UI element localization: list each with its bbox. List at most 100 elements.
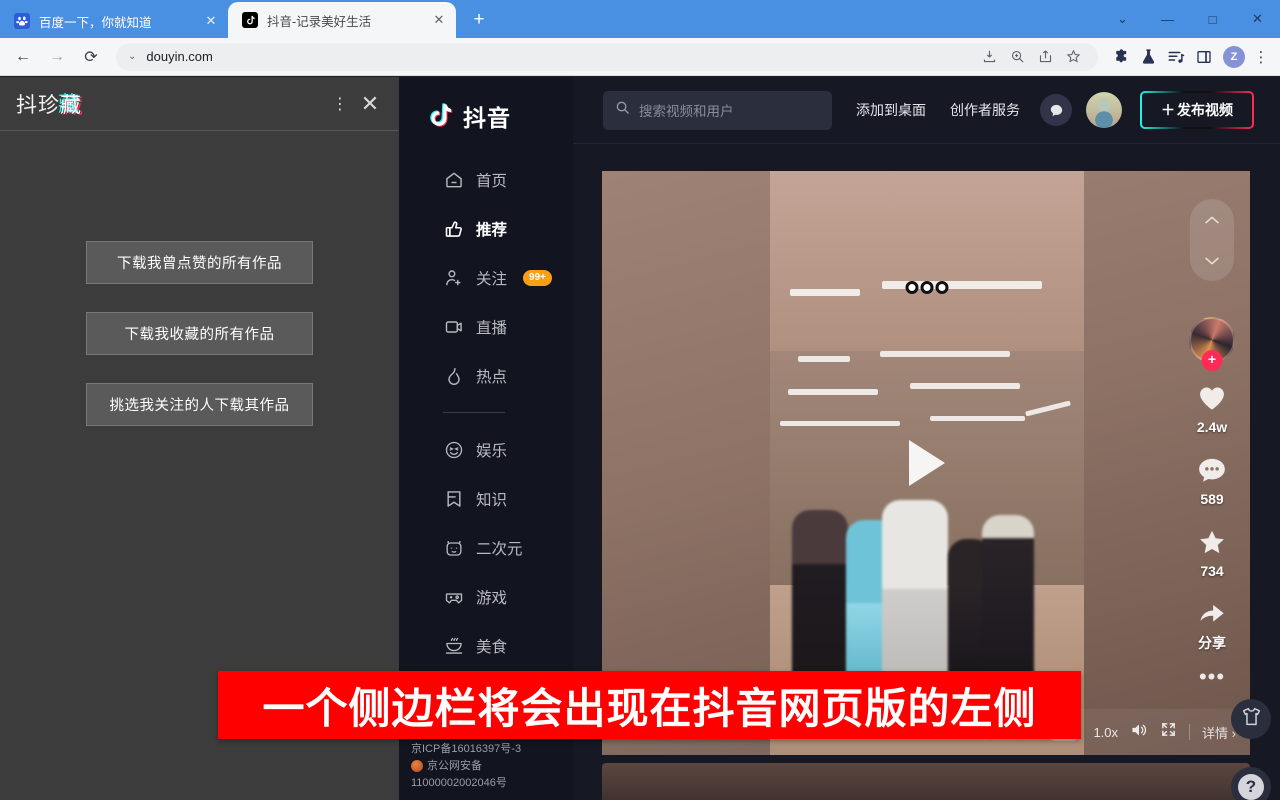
sidebar-item-home[interactable]: 首页 [399, 155, 573, 204]
status-badge: 99+ [523, 270, 552, 286]
more-options-icon[interactable]: ••• [1199, 671, 1225, 683]
smiley-icon [443, 439, 464, 460]
gongan-badge-icon [411, 760, 423, 772]
previous-video-icon[interactable] [1204, 212, 1220, 228]
extension-menu-icon[interactable]: ⋮ [325, 89, 355, 119]
close-icon[interactable]: ✕ [430, 11, 448, 29]
volume-icon[interactable] [1130, 722, 1148, 743]
favorite-button[interactable]: 734 [1198, 529, 1226, 579]
share-icon[interactable] [1032, 44, 1058, 70]
comment-count: 589 [1200, 491, 1223, 507]
douyin-note-icon [425, 101, 455, 131]
reload-icon[interactable]: ⟳ [76, 42, 106, 72]
extension-body: 下载我曾点赞的所有作品 下载我收藏的所有作品 挑选我关注的人下载其作品 [0, 131, 399, 426]
download-following-works-button[interactable]: 挑选我关注的人下载其作品 [86, 383, 313, 426]
extension-title: 抖珍藏 [16, 89, 325, 119]
address-bar[interactable]: ⌄ douyin.com [116, 43, 1098, 71]
sidebar-divider [443, 412, 505, 413]
bear-icon [443, 537, 464, 558]
share-button[interactable]: 分享 [1198, 601, 1226, 653]
author-avatar[interactable]: + [1189, 317, 1235, 363]
minimize-icon[interactable]: — [1145, 0, 1190, 38]
new-tab-button[interactable]: + [464, 5, 494, 35]
next-video-icon[interactable] [1204, 253, 1220, 269]
merch-shirt-button[interactable] [1231, 699, 1271, 739]
video-action-rail: + 2.4w 589 [1184, 199, 1240, 683]
publish-video-button[interactable]: ＋ 发布视频 [1140, 91, 1254, 129]
sidebar-item-recommend[interactable]: 推荐 [399, 204, 573, 253]
playback-speed[interactable]: 1.0x [1093, 725, 1118, 740]
bookmark-star-icon[interactable] [1060, 44, 1086, 70]
close-icon[interactable]: ✕ [355, 89, 385, 119]
search-input[interactable]: 搜索视频和用户 [603, 91, 832, 130]
sidebar-item-anime[interactable]: 二次元 [399, 523, 573, 572]
comment-bubble-icon [1198, 457, 1226, 489]
sidebar-item-food[interactable]: 美食 [399, 621, 573, 670]
douyin-footer: 京ICP备16016397号-3 京公网安备 11000002002046号 [399, 741, 573, 792]
gongan-number: 11000002002046号 [411, 775, 573, 792]
search-placeholder: 搜索视频和用户 [639, 100, 734, 120]
browser-tab-baidu[interactable]: 百度一下，你就知道 ✕ [0, 4, 228, 38]
zoom-icon[interactable] [1004, 44, 1030, 70]
browser-toolbar: ← → ⟳ ⌄ douyin.com [0, 38, 1280, 76]
sidebar-item-hot[interactable]: 热点 [399, 351, 573, 400]
annotation-banner: 一个侧边栏将会出现在抖音网页版的左侧 [218, 671, 1081, 739]
share-arrow-icon [1198, 601, 1226, 631]
comment-button[interactable]: 589 [1198, 457, 1226, 507]
gongan-record[interactable]: 京公网安备 [411, 758, 573, 775]
douyin-logo-text: 抖音 [463, 99, 511, 133]
sidebar-item-label: 二次元 [476, 537, 523, 559]
sidebar-item-knowledge[interactable]: 知识 [399, 474, 573, 523]
follow-plus-icon[interactable]: + [1202, 350, 1223, 371]
gamepad-icon [443, 586, 464, 607]
sidebar-item-label: 推荐 [476, 218, 507, 240]
search-icon [615, 100, 630, 120]
avatar[interactable] [1086, 92, 1122, 128]
sidebar-item-label: 首页 [476, 169, 507, 191]
like-button[interactable]: 2.4w [1197, 385, 1227, 435]
sidebar-item-label: 知识 [476, 488, 507, 510]
douyin-logo[interactable]: 抖音 [399, 77, 573, 133]
video-detail-link[interactable]: 详情 › [1202, 723, 1236, 742]
install-icon[interactable] [976, 44, 1002, 70]
sidebar-item-games[interactable]: 游戏 [399, 572, 573, 621]
labs-flask-icon[interactable] [1134, 44, 1162, 70]
follow-person-icon [443, 267, 464, 288]
puzzle-extension-icon[interactable] [1106, 44, 1134, 70]
download-liked-works-button[interactable]: 下载我曾点赞的所有作品 [86, 241, 313, 284]
sidebar-item-live[interactable]: 直播 [399, 302, 573, 351]
video-player-frame[interactable] [770, 171, 1084, 755]
download-favorited-works-button[interactable]: 下载我收藏的所有作品 [86, 312, 313, 355]
play-overlay-icon[interactable] [909, 440, 945, 486]
add-to-desktop-link[interactable]: 添加到桌面 [856, 100, 926, 120]
next-video-preview[interactable] [602, 763, 1250, 800]
side-panel-icon[interactable] [1190, 44, 1218, 70]
sidebar-item-entertainment[interactable]: 娱乐 [399, 425, 573, 474]
screen-root: 百度一下，你就知道 ✕ 抖音-记录美好生活 ✕ + ⌄ — □ ✕ ← → ⟳ … [0, 0, 1280, 800]
bookmark-icon [443, 488, 464, 509]
close-window-icon[interactable]: ✕ [1235, 0, 1280, 38]
browser-menu-icon[interactable]: ⋮ [1250, 44, 1272, 70]
douyin-nav-primary: 首页 推荐 关注 99+ [399, 155, 573, 400]
fullscreen-icon[interactable] [1160, 721, 1177, 743]
live-broadcast-icon [443, 316, 464, 337]
close-icon[interactable]: ✕ [202, 12, 220, 30]
share-label: 分享 [1198, 633, 1226, 653]
sidebar-item-label: 游戏 [476, 586, 507, 608]
help-button[interactable]: ? [1231, 767, 1271, 800]
profile-avatar[interactable]: Z [1223, 46, 1245, 68]
message-bubble-icon[interactable] [1040, 94, 1072, 126]
icp-record[interactable]: 京ICP备16016397号-3 [411, 741, 573, 758]
forward-icon[interactable]: → [42, 42, 72, 72]
back-icon[interactable]: ← [8, 42, 38, 72]
maximize-icon[interactable]: □ [1190, 0, 1235, 38]
chevron-down-icon[interactable]: ⌄ [1100, 0, 1145, 38]
sidebar-item-following[interactable]: 关注 99+ [399, 253, 573, 302]
chevron-down-icon[interactable]: ⌄ [128, 51, 136, 62]
gongan-label: 京公网安备 [427, 758, 482, 775]
reading-list-icon[interactable] [1162, 44, 1190, 70]
extension-header: 抖珍藏 ⋮ ✕ [0, 77, 399, 131]
creator-services-link[interactable]: 创作者服务 [950, 100, 1020, 120]
omnibox-actions [976, 44, 1086, 70]
browser-tab-douyin[interactable]: 抖音-记录美好生活 ✕ [228, 2, 456, 38]
